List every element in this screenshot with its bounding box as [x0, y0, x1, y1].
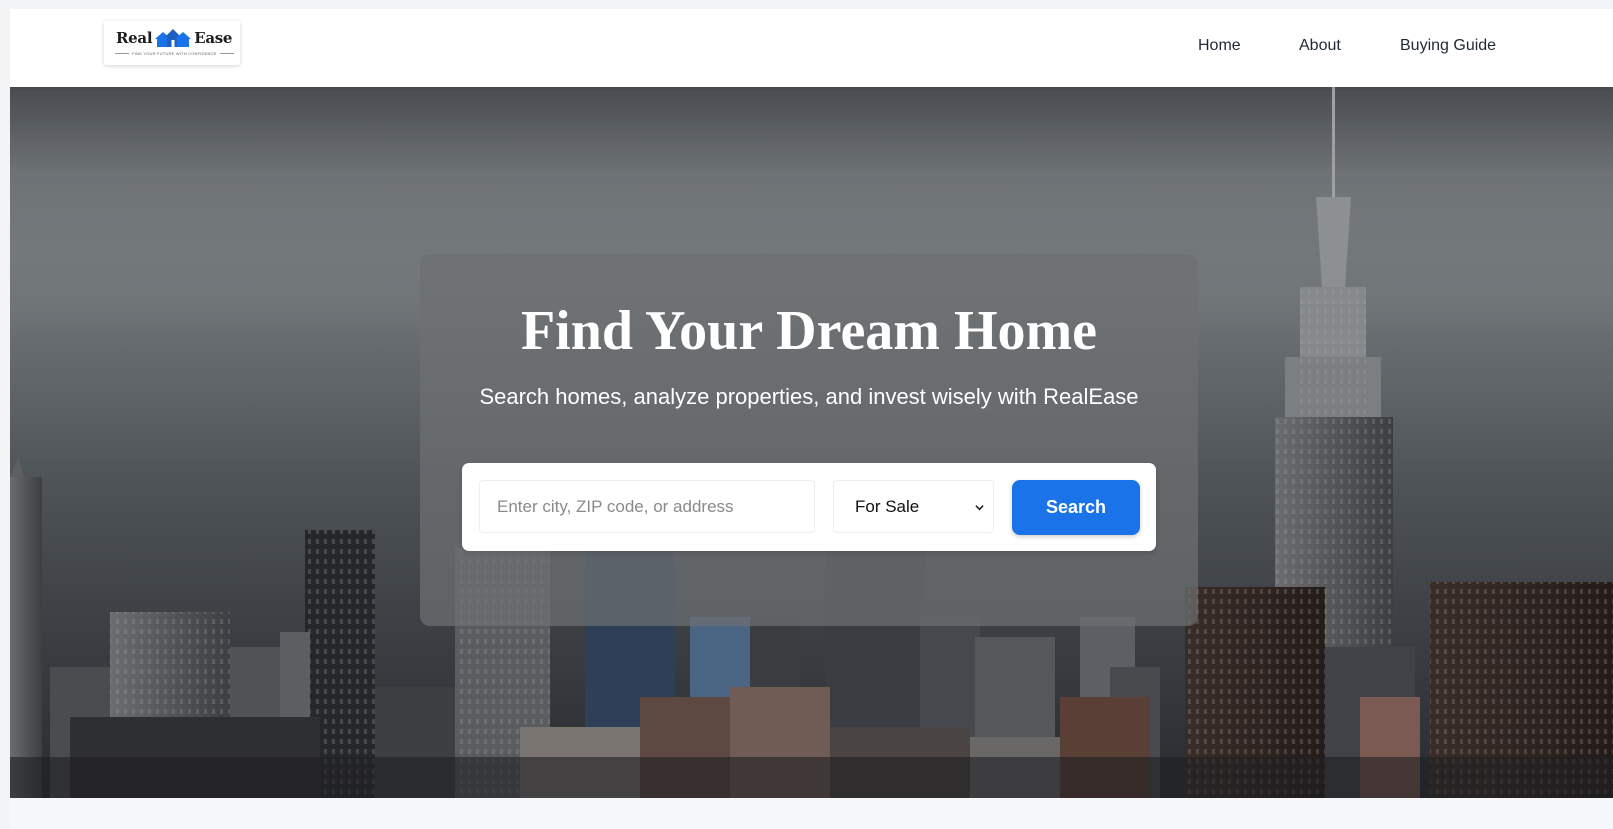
main-nav: Home About Buying Guide [10, 9, 1613, 87]
chevron-down-icon [975, 505, 984, 511]
site-header: Real Ease FIND YOUR FUTURE WITH CONFIDEN… [10, 9, 1613, 87]
search-bar: For Sale Search [462, 463, 1156, 551]
nav-buying-guide[interactable]: Buying Guide [1400, 37, 1496, 55]
hero-search-card: Find Your Dream Home Search homes, analy… [420, 254, 1198, 626]
hero-section: Find Your Dream Home Search homes, analy… [10, 87, 1613, 798]
page: Real Ease FIND YOUR FUTURE WITH CONFIDEN… [10, 9, 1613, 829]
search-button[interactable]: Search [1012, 480, 1140, 535]
nav-home[interactable]: Home [1198, 37, 1241, 55]
hero-subtitle: Search homes, analyze properties, and in… [479, 384, 1139, 409]
hero-title: Find Your Dream Home [520, 300, 1098, 362]
nav-about[interactable]: About [1299, 37, 1341, 55]
listing-type-select[interactable]: For Sale [833, 480, 994, 533]
location-search-input[interactable] [479, 480, 815, 533]
listing-type-value: For Sale [855, 497, 920, 516]
